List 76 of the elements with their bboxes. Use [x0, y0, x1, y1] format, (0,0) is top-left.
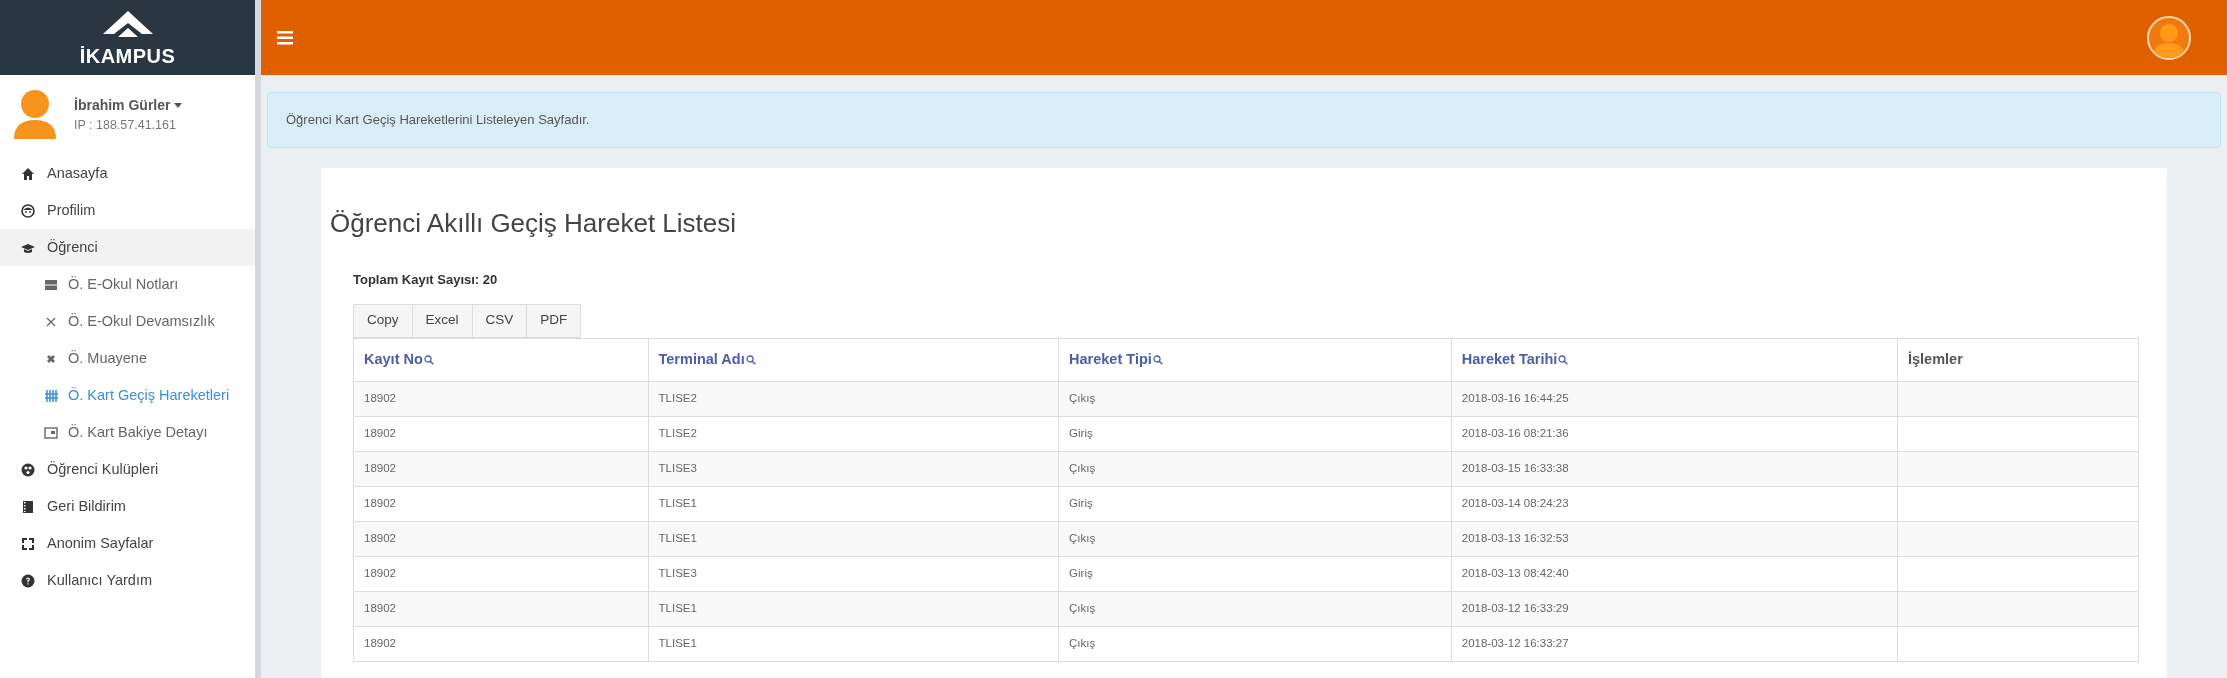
card-window-icon [44, 425, 58, 440]
column-header[interactable]: Hareket Tipi [1058, 338, 1452, 381]
user-menu[interactable]: İbrahim Gürler [74, 95, 183, 117]
table-cell: 2018-03-15 16:33:38 [1461, 461, 1569, 474]
sidebar-item[interactable]: Kullanıcı Yardım [0, 562, 255, 599]
info-alert: Öğrenci Kart Geçiş Hareketlerini Listeleyen Sayfadır. [267, 92, 2221, 148]
table-cell: TLISE1 [658, 531, 697, 544]
sidebar-item[interactable]: Anasayfa [0, 155, 255, 192]
ip-address: IP : 188.57.41.161 [74, 117, 177, 135]
table-cell: 18902 [364, 531, 396, 544]
export-button[interactable]: Copy [353, 303, 413, 338]
table-cell: Çıkış [1069, 391, 1096, 404]
column-header[interactable]: Kayıt No [353, 338, 648, 381]
table-cell: Giriş [1069, 496, 1093, 509]
sidebar-subitem[interactable]: Ö. Kart Bakiye Detayı [0, 414, 255, 451]
table-cell: 2018-03-12 16:33:29 [1461, 601, 1569, 614]
user-avatar-button[interactable] [2147, 15, 2191, 60]
table-cell: TLISE1 [658, 636, 697, 649]
table-cell: 18902 [364, 566, 396, 579]
table-cell: 18902 [364, 461, 396, 474]
sidebar-item[interactable]: Anonim Sayfalar [0, 525, 255, 562]
table-cell: 18902 [364, 601, 396, 614]
table-cell: 2018-03-14 08:24:23 [1461, 496, 1569, 509]
film-strip-icon [21, 499, 35, 514]
search-icon [1152, 354, 1163, 365]
table-cell: TLISE2 [658, 391, 697, 404]
table-cell: 2018-03-12 16:33:27 [1461, 636, 1569, 649]
table-cell: 18902 [364, 636, 396, 649]
sidebar-item[interactable]: Profilim [0, 192, 255, 229]
table-cell: 2018-03-13 08:42:40 [1461, 566, 1569, 579]
search-icon [423, 354, 434, 365]
total-count: Toplam Kayıt Sayısı: 20 [353, 271, 499, 289]
menu-icon [277, 30, 293, 45]
brand-name: İKAMPUS [79, 45, 176, 66]
column-header[interactable]: Hareket Tarihi [1451, 338, 1898, 381]
sidebar-subitem[interactable]: Ö. E-Okul Notları [0, 266, 255, 303]
column-header: İşlemler [1897, 338, 2139, 381]
question-circle-icon [21, 573, 35, 588]
table-cell: Çıkış [1069, 461, 1096, 474]
grid-bars-icon [44, 388, 58, 403]
export-button[interactable]: CSV [471, 303, 528, 338]
table-cell: TLISE2 [658, 426, 697, 439]
export-button[interactable]: Excel [411, 303, 473, 338]
sidebar-item[interactable]: Geri Bildirim [0, 488, 255, 525]
table-cell: TLISE3 [658, 566, 697, 579]
table-cell: 18902 [364, 496, 396, 509]
table-cell: TLISE1 [658, 496, 697, 509]
caret-icon [174, 103, 183, 109]
table-cell: TLISE1 [658, 601, 697, 614]
table-cell: Çıkış [1069, 601, 1096, 614]
table-cell: TLISE3 [658, 461, 697, 474]
list-bars-icon [44, 277, 58, 292]
page-title: Öğrenci Akıllı Geçiş Hareket Listesi [330, 210, 738, 236]
frame-corners-icon [21, 536, 35, 551]
table-cell: 18902 [364, 426, 396, 439]
group-circle-icon [21, 462, 35, 477]
sidebar-item[interactable]: Öğrenci [0, 229, 255, 266]
table-cell: Çıkış [1069, 636, 1096, 649]
sidebar-subitem[interactable]: Ö. E-Okul Devamsızlık [0, 303, 255, 340]
table-cell: Çıkış [1069, 531, 1096, 544]
table-cell: 2018-03-16 16:44:25 [1461, 391, 1569, 404]
search-icon [745, 354, 756, 365]
home-icon [21, 166, 35, 181]
sidebar-item[interactable]: Öğrenci Kulüpleri [0, 451, 255, 488]
table-cell: 18902 [364, 391, 396, 404]
table-cell: Giriş [1069, 566, 1093, 579]
sidebar-subitem[interactable]: Ö. Muayene [0, 340, 255, 377]
search-icon [1558, 354, 1569, 365]
user-silhouette-icon [2152, 21, 2186, 58]
user-avatar-icon [12, 89, 58, 141]
export-button[interactable]: PDF [526, 303, 582, 338]
table-cell: Giriş [1069, 426, 1093, 439]
table-cell: 2018-03-13 16:32:53 [1461, 531, 1569, 544]
table-cell: 2018-03-16 08:21:36 [1461, 426, 1569, 439]
sidebar-subitem[interactable]: Ö. Kart Geçiş Hareketleri [0, 377, 255, 414]
column-header[interactable]: Terminal Adı [648, 338, 1059, 381]
